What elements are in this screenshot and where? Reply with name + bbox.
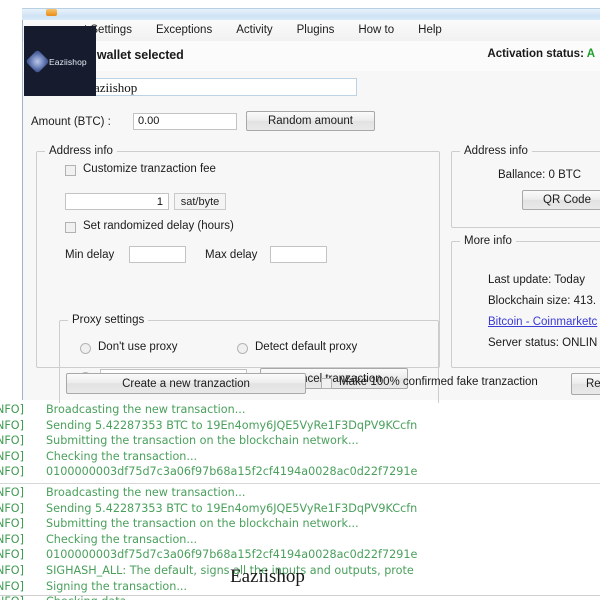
log-row: NFO] Sending 5.42287353 BTC to 19En4omy6J… xyxy=(0,502,600,518)
coinmarketcap-link[interactable]: Bitcoin - Coinmarketc xyxy=(488,316,597,328)
log-row: NFO] Sending 5.42287353 BTC to 19En4omy6J… xyxy=(0,419,600,435)
log-message: 0100000003df75d7c3a06f97b68a15f2cf4194a0… xyxy=(46,548,418,562)
menu-items: t Settings Exceptions Activity Plugins H… xyxy=(83,22,443,38)
log-message: Signing the transaction... xyxy=(46,579,188,593)
logo-label: Eaziishop xyxy=(49,56,87,67)
amount-label: Amount (BTC) : xyxy=(31,116,111,128)
fake-transaction-label: Make 100% confirmed fake tranzaction xyxy=(339,376,538,388)
create-transaction-button[interactable]: Create a new tranzaction xyxy=(66,373,306,394)
log-level-tag: NFO] xyxy=(0,517,24,531)
min-delay-label: Min delay xyxy=(65,249,115,261)
wallet-name-input[interactable]: Eaziishop xyxy=(81,78,357,96)
app-window: t Settings Exceptions Activity Plugins H… xyxy=(22,20,600,422)
log-row: NFO] Broadcasting the new transaction... xyxy=(0,486,600,502)
menu-activity[interactable]: Activity xyxy=(235,22,273,38)
log-level-tag: NFO] xyxy=(0,465,24,479)
random-amount-button[interactable]: Random amount xyxy=(246,111,375,131)
fee-unit-label: sat/byte xyxy=(174,193,226,210)
max-delay-label: Max delay xyxy=(205,249,258,261)
log-row: NFO] 0100000003df75d7c3a06f97b68a15f2cf41… xyxy=(0,465,600,481)
log-message: 0100000003df75d7c3a06f97b68a15f2cf4194a0… xyxy=(46,465,418,479)
log-block-1: NFO] Broadcasting the new transaction... N… xyxy=(0,403,600,481)
page-header: o wallet selected Activation status: A xyxy=(23,41,600,71)
log-message: Submitting the transaction on the blockc… xyxy=(46,517,359,531)
address-info-group-right: Address info Ballance: 0 BTC QR Code xyxy=(451,145,600,228)
logo-inner: Eaziishop xyxy=(25,49,87,74)
log-row: NFO] Submitting the transaction on the bl… xyxy=(0,434,600,450)
log-level-tag: NFO] xyxy=(0,563,24,577)
log-level-tag: NFO] xyxy=(0,548,24,562)
log-level-tag: NFO] xyxy=(0,403,24,416)
radio-dont-use-proxy[interactable] xyxy=(80,343,91,354)
log-level-tag: NFO] xyxy=(0,579,24,593)
amount-input[interactable]: 0.00 xyxy=(133,113,237,130)
log-row: NFO] Checking the transaction... xyxy=(0,533,600,549)
balance-value: Ballance: 0 BTC xyxy=(498,169,582,181)
randomized-delay-label: Set randomized delay (hours) xyxy=(83,220,234,232)
address-info-legend-left: Address info xyxy=(45,145,117,157)
dont-use-proxy-label: Don't use proxy xyxy=(98,341,178,353)
log-level-tag: NFO] xyxy=(0,418,24,432)
activation-status: Activation status: A xyxy=(487,48,595,60)
bottom-rule xyxy=(0,595,600,596)
app-body: Eaziishop Amount (BTC) : 0.00 Random amo… xyxy=(23,71,600,422)
address-info-legend-right: Address info xyxy=(460,145,532,157)
screenshot-root: t Settings Exceptions Activity Plugins H… xyxy=(0,0,600,600)
log-divider xyxy=(0,482,600,484)
server-status-line: Server status: ONLIN xyxy=(488,337,598,349)
diamond-icon xyxy=(25,49,50,74)
log-row: NFO] Submitting the transaction on the bl… xyxy=(0,517,600,533)
refresh-button[interactable]: Re xyxy=(571,373,600,395)
qr-code-button[interactable]: QR Code xyxy=(522,190,600,210)
log-level-tag: NFO] xyxy=(0,434,24,448)
log-message: Submitting the transaction on the blockc… xyxy=(46,434,359,448)
log-row: NFO] Checking the transaction... xyxy=(0,450,600,466)
min-delay-input[interactable] xyxy=(129,246,186,263)
menu-bar: t Settings Exceptions Activity Plugins H… xyxy=(23,20,600,42)
last-update-line: Last update: Today xyxy=(488,274,585,286)
log-row: NFO] 0100000003df75d7c3a06f97b68a15f2cf41… xyxy=(0,548,600,564)
fake-transaction-checkbox[interactable] xyxy=(321,378,332,389)
log-message: Checking the transaction... xyxy=(46,532,198,546)
log-message: Checking the transaction... xyxy=(46,449,198,463)
proxy-settings-legend: Proxy settings xyxy=(68,314,149,326)
blockchain-size-line: Blockchain size: 413. xyxy=(488,295,597,307)
page-title: o wallet selected xyxy=(86,48,184,62)
log-level-tag: NFO] xyxy=(0,449,24,463)
more-info-legend: More info xyxy=(460,235,516,247)
log-level-tag: NFO] xyxy=(0,532,24,546)
customize-fee-label: Customize tranzaction fee xyxy=(83,163,216,175)
menu-plugins[interactable]: Plugins xyxy=(296,22,336,38)
activation-status-label: Activation status: xyxy=(487,48,584,60)
menu-help[interactable]: Help xyxy=(417,22,443,38)
app-icon xyxy=(46,9,57,16)
radio-detect-default-proxy[interactable] xyxy=(237,343,248,354)
address-info-group-left: Address info Customize tranzaction fee 1… xyxy=(36,145,440,422)
customize-fee-checkbox[interactable] xyxy=(65,165,76,176)
log-message: Broadcasting the new transaction... xyxy=(46,403,246,416)
log-row: NFO] Broadcasting the new transaction... xyxy=(0,403,600,419)
detect-default-proxy-label: Detect default proxy xyxy=(255,341,358,353)
more-info-group: More info Last update: Today Blockchain … xyxy=(451,235,600,368)
menu-how-to[interactable]: How to xyxy=(357,22,395,38)
activation-status-value: A xyxy=(586,48,595,60)
randomized-delay-checkbox[interactable] xyxy=(65,222,76,233)
log-level-tag: NFO] xyxy=(0,501,24,515)
log-message: Broadcasting the new transaction... xyxy=(46,485,246,499)
menu-exceptions[interactable]: Exceptions xyxy=(155,22,213,38)
watermark: Eaziishop xyxy=(230,566,305,587)
fee-input[interactable]: 1 xyxy=(65,193,169,210)
eaziishop-logo-overlay: Eaziishop xyxy=(24,26,96,96)
max-delay-input[interactable] xyxy=(270,246,327,263)
bottom-action-row: Create a new tranzaction Make 100% confi… xyxy=(36,371,600,397)
log-level-tag: NFO] xyxy=(0,485,24,499)
log-message: Sending 5.42287353 BTC to 19En4omy6JQE5V… xyxy=(46,501,418,515)
log-message: Sending 5.42287353 BTC to 19En4omy6JQE5V… xyxy=(46,418,418,432)
